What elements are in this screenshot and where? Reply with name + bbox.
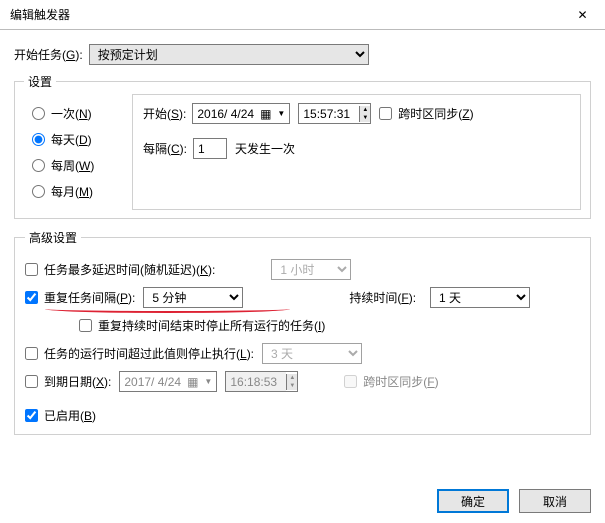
calendar-icon: ▦ [187,375,198,389]
tz-sync-checkbox[interactable]: 跨时区同步(Z) [379,105,473,122]
expire-tz-input [344,375,357,388]
duration-combo[interactable]: 1 天 [430,287,530,308]
stopall-input[interactable] [79,319,92,332]
chevron-down-icon: ▼ [277,109,285,118]
expire-time-input [226,372,286,391]
delay-combo: 1 小时 [271,259,351,280]
advanced-group: 高级设置 任务最多延迟时间(随机延迟)(K): 1 小时 重复任务间隔(P): … [14,229,591,435]
enabled-checkbox[interactable]: 已启用(B) [25,407,96,424]
stopall-checkbox[interactable]: 重复持续时间结束时停止所有运行的任务(I) [79,317,325,334]
start-task-select[interactable]: 按预定计划 [89,44,369,65]
radio-weekly[interactable]: 每周(W) [32,152,116,178]
tz-sync-input[interactable] [379,107,392,120]
spin-up-icon: ▲ [286,374,297,382]
schedule-radios: 一次(N) 每天(D) 每周(W) 每月(M) [24,94,120,210]
spin-down-icon: ▼ [286,382,297,390]
start-date-value: 2016/ 4/24 [197,107,254,121]
start-time-spinner[interactable]: ▲▼ [298,103,371,124]
radio-monthly[interactable]: 每月(M) [32,178,116,204]
calendar-icon: ▦ [260,107,271,121]
stopafter-checkbox[interactable]: 任务的运行时间超过此值则停止执行(L): [25,345,254,362]
start-time-input[interactable] [299,104,359,123]
expire-date-value: 2017/ 4/24 [124,375,181,389]
advanced-legend: 高级设置 [25,229,81,246]
start-task-row: 开始任务(G): 按预定计划 [14,44,591,65]
radio-weekly-input[interactable] [32,159,45,172]
expire-date-picker: 2017/ 4/24 ▦ ▼ [119,371,217,392]
spin-up-icon[interactable]: ▲ [359,106,370,114]
cancel-button[interactable]: 取消 [519,489,591,513]
start-panel: 开始(S): 2016/ 4/24 ▦▼ ▲▼ 跨时区同步(Z) [132,94,581,210]
expire-input[interactable] [25,375,38,388]
duration-label: 持续时间(F): [349,289,416,306]
expire-checkbox[interactable]: 到期日期(X): [25,373,111,390]
radio-daily-input[interactable] [32,133,45,146]
settings-group: 设置 一次(N) 每天(D) 每周(W) 每月(M) 开始(S): 2016/ … [14,73,591,219]
radio-monthly-input[interactable] [32,185,45,198]
expire-time-spinner: ▲▼ [225,371,298,392]
chevron-down-icon: ▼ [204,377,212,386]
radio-once[interactable]: 一次(N) [32,100,116,126]
repeat-combo[interactable]: 5 分钟 [143,287,243,308]
enabled-input[interactable] [25,409,38,422]
start-date-picker[interactable]: 2016/ 4/24 ▦ ▼ [192,103,290,124]
window-title: 编辑触发器 [10,6,560,23]
repeat-checkbox[interactable]: 重复任务间隔(P): [25,289,135,306]
expire-tz-checkbox: 跨时区同步(F) [344,373,438,390]
titlebar: 编辑触发器 ✕ [0,0,605,30]
radio-daily[interactable]: 每天(D) [32,126,116,152]
settings-legend: 设置 [24,73,56,90]
spin-down-icon[interactable]: ▼ [359,114,370,122]
delay-checkbox[interactable]: 任务最多延迟时间(随机延迟)(K): [25,261,215,278]
dialog-content: 开始任务(G): 按预定计划 设置 一次(N) 每天(D) 每周(W) 每月(M… [0,30,605,435]
radio-once-input[interactable] [32,107,45,120]
repeat-input[interactable] [25,291,38,304]
stopafter-input[interactable] [25,347,38,360]
start-label: 开始(S): [143,105,186,122]
dialog-footer: 确定 取消 [437,489,591,513]
close-button[interactable]: ✕ [560,0,605,30]
interval-suffix: 天发生一次 [235,140,295,157]
interval-input[interactable] [193,138,227,159]
ok-button[interactable]: 确定 [437,489,509,513]
close-icon: ✕ [577,8,587,22]
delay-input[interactable] [25,263,38,276]
interval-label: 每隔(C): [143,140,187,157]
start-task-label: 开始任务(G): [14,46,83,63]
advanced-group-wrap: 高级设置 任务最多延迟时间(随机延迟)(K): 1 小时 重复任务间隔(P): … [14,229,591,435]
stopafter-combo: 3 天 [262,343,362,364]
